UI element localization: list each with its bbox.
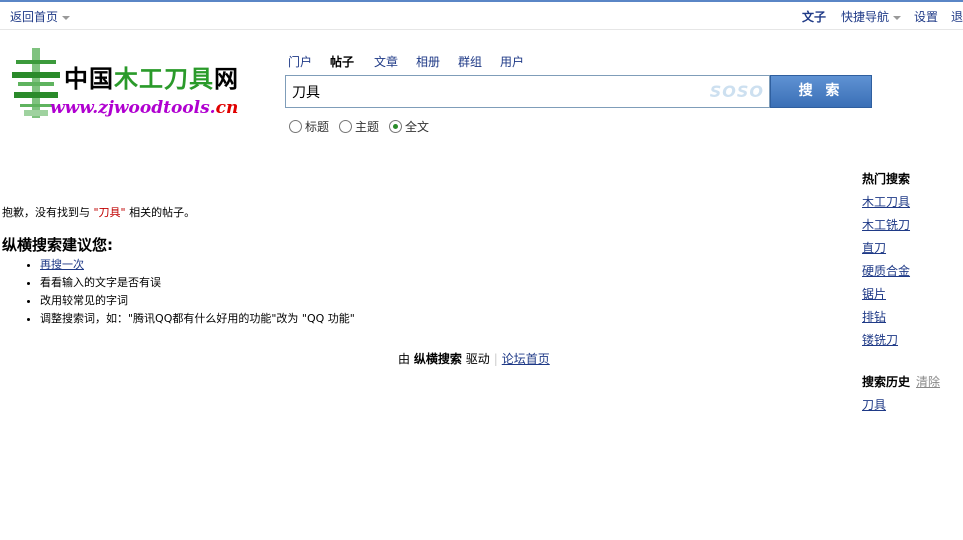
quick-nav-label: 快捷导航: [841, 10, 890, 24]
settings-link[interactable]: 设置: [914, 8, 938, 25]
hot-search-item[interactable]: 木工铣刀: [862, 216, 910, 233]
scope-option-label: 主题: [355, 120, 380, 134]
scope-option-label: 全文: [405, 120, 430, 134]
logo-title: 中国木工刀具网: [64, 59, 239, 94]
footer: 由 纵横搜索 驱动 | 论坛首页: [398, 350, 550, 367]
no-result-message: 抱歉，没有找到与 "刀具" 相关的帖子。: [2, 204, 195, 220]
forum-home-link[interactable]: 论坛首页: [502, 352, 550, 366]
suggestion-list: 再搜一次看看输入的文字是否有误改用较常见的字词调整搜索词，如："腾讯QQ都有什么…: [22, 256, 355, 328]
footer-brand: 纵横搜索: [413, 352, 462, 366]
quick-nav-menu[interactable]: 快捷导航: [841, 8, 902, 25]
logo-title-suffix: 网: [214, 65, 239, 93]
no-result-suffix: 相关的帖子。: [129, 206, 196, 219]
top-bar: 返回首页 文子 快捷导航 设置 退: [0, 2, 963, 30]
hot-search-item[interactable]: 木工刀具: [862, 193, 910, 210]
radio-icon[interactable]: [289, 120, 302, 133]
chevron-down-icon: [62, 15, 71, 20]
scope-option-1[interactable]: 主题: [339, 118, 379, 135]
logo-url: www.zjwoodtools.cn: [50, 98, 238, 118]
tab-1[interactable]: 帖子: [330, 53, 354, 70]
hot-search-item[interactable]: 镂铣刀: [862, 331, 898, 348]
suggestion-text: 调整搜索词，如："腾讯QQ都有什么好用的功能"改为 "QQ 功能": [40, 312, 355, 325]
chevron-down-icon: [893, 15, 902, 20]
logo-url-suffix: cn: [215, 98, 239, 118]
search-button[interactable]: 搜 索: [770, 75, 872, 108]
suggestion-item: 改用较常见的字词: [40, 292, 355, 310]
hot-search-item[interactable]: 锯片: [862, 285, 886, 302]
back-home-link[interactable]: 返回首页: [10, 8, 71, 25]
tab-0[interactable]: 门户: [288, 53, 312, 70]
logo-title-prefix: 中国: [64, 65, 114, 93]
scope-option-label: 标题: [305, 120, 330, 134]
suggestion-title: 纵横搜索建议您:: [2, 236, 113, 254]
search-keyword: "刀具": [93, 206, 126, 219]
hot-search-item[interactable]: 排钻: [862, 308, 886, 325]
no-result-prefix: 抱歉，没有找到与: [2, 206, 90, 219]
search-history-title: 搜索历史: [862, 375, 911, 389]
logout-link[interactable]: 退: [951, 8, 963, 25]
footer-driven: 驱动: [465, 352, 490, 366]
search-history-header: 搜索历史 清除: [862, 373, 940, 390]
tab-3[interactable]: 相册: [416, 53, 440, 70]
logo-url-prefix: www.zjwoodtools.: [50, 98, 216, 118]
search-box: SOSO: [285, 75, 770, 108]
suggestion-text: 改用较常见的字词: [40, 294, 128, 307]
search-again-link[interactable]: 再搜一次: [40, 258, 84, 271]
radio-icon[interactable]: [339, 120, 352, 133]
tab-4[interactable]: 群组: [458, 53, 482, 70]
scope-option-0[interactable]: 标题: [289, 118, 329, 135]
footer-divider: |: [493, 352, 498, 366]
hot-search-title: 热门搜索: [862, 172, 911, 186]
soso-brand-logo: SOSO: [709, 82, 764, 101]
suggestion-text: 看看输入的文字是否有误: [40, 276, 161, 289]
hot-search-item[interactable]: 硬质合金: [862, 262, 910, 279]
site-logo[interactable]: 中国木工刀具网 www.zjwoodtools.cn: [10, 46, 260, 120]
back-home-label: 返回首页: [10, 10, 59, 24]
suggestion-item: 再搜一次: [40, 256, 355, 274]
tab-2[interactable]: 文章: [374, 53, 398, 70]
scope-option-2[interactable]: 全文: [389, 118, 429, 135]
history-item[interactable]: 刀具: [862, 396, 886, 413]
tab-5[interactable]: 用户: [500, 53, 524, 70]
text-mode-link[interactable]: 文子: [802, 8, 826, 25]
radio-icon[interactable]: [389, 120, 402, 133]
suggestion-item: 看看输入的文字是否有误: [40, 274, 355, 292]
hot-search-item[interactable]: 直刀: [862, 239, 886, 256]
clear-history-link[interactable]: 清除: [916, 375, 940, 389]
footer-by: 由: [398, 352, 411, 366]
logo-title-green: 木工刀具: [114, 65, 214, 93]
suggestion-item: 调整搜索词，如："腾讯QQ都有什么好用的功能"改为 "QQ 功能": [40, 310, 355, 328]
search-input[interactable]: [292, 82, 692, 102]
